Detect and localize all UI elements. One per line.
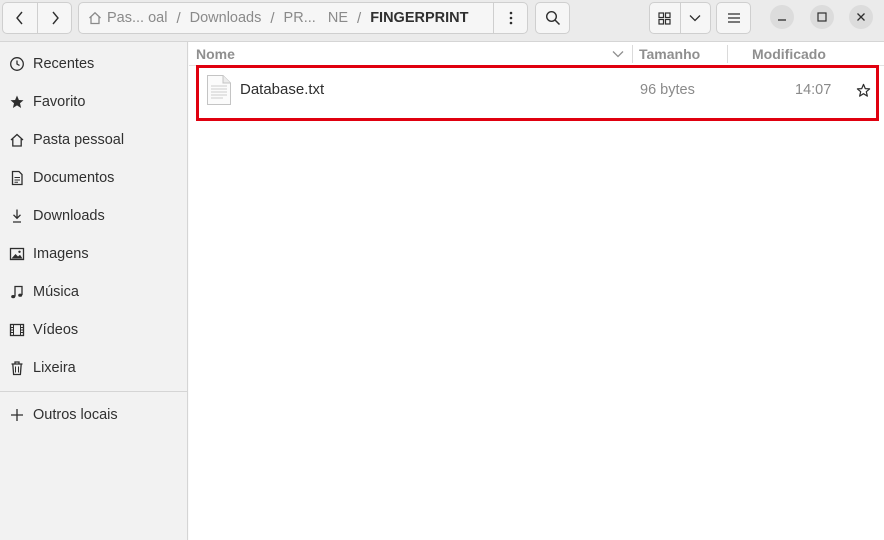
breadcrumb-project[interactable]: PR... NE [284, 10, 348, 26]
chevron-right-icon [51, 11, 59, 25]
view-buttons [649, 2, 711, 34]
sidebar-item-pasta-pessoal[interactable]: Pasta pessoal [0, 123, 188, 157]
breadcrumb-downloads[interactable]: Downloads [190, 10, 262, 26]
column-divider [727, 45, 728, 63]
sidebar-item-label: Pasta pessoal [33, 132, 125, 148]
sidebar-item-label: Vídeos [33, 322, 79, 338]
hamburger-icon [727, 13, 740, 23]
back-button[interactable] [3, 3, 37, 33]
maximize-button[interactable] [810, 5, 834, 29]
sidebar-item-lixeira[interactable]: Lixeira [0, 351, 188, 385]
column-divider [632, 45, 633, 63]
view-options-button[interactable] [679, 3, 710, 33]
breadcrumb-separator: / [176, 9, 181, 27]
sidebar-item-label: Recentes [33, 56, 95, 72]
sidebar-item-recentes[interactable]: Recentes [0, 47, 188, 81]
vertical-dots-icon [509, 11, 512, 25]
close-button[interactable] [849, 5, 873, 29]
document-icon [8, 169, 26, 187]
plus-icon [8, 406, 26, 424]
search-icon [545, 10, 560, 26]
trash-icon [8, 359, 26, 377]
sidebar-item-documentos[interactable]: Documentos [0, 161, 188, 195]
home-icon [8, 131, 26, 149]
folder-menu-button[interactable] [493, 3, 527, 33]
sidebar-item-label: Imagens [33, 246, 89, 262]
file-list-view: Nome Tamanho Modificado Database.txt 96 … [189, 42, 884, 540]
sidebar-item-label: Lixeira [33, 360, 76, 376]
grid-icon [658, 11, 672, 25]
minimize-button[interactable] [770, 5, 794, 29]
main-menu-button[interactable] [716, 2, 751, 34]
minimize-icon [778, 19, 786, 21]
maximize-icon [817, 12, 827, 22]
sort-chevron-down-icon[interactable] [612, 50, 624, 58]
sidebar-item-label: Favorito [33, 94, 86, 110]
path-bar: Pas... oal / Downloads / PR... NE / FING… [78, 2, 528, 34]
file-row[interactable]: Database.txt 96 bytes 14:07 [197, 66, 879, 122]
column-size-header[interactable]: Tamanho [639, 42, 700, 66]
sidebar: Recentes Favorito Pasta pessoal Document… [0, 42, 188, 540]
image-icon [8, 245, 26, 263]
clock-icon [8, 55, 26, 73]
column-header: Nome Tamanho Modificado [189, 42, 884, 66]
sidebar-item-label: Outros locais [33, 407, 118, 423]
breadcrumb-separator: / [270, 9, 275, 27]
forward-button[interactable] [37, 3, 71, 33]
sidebar-item-outros-locais[interactable]: Outros locais [0, 398, 188, 432]
star-outline-icon [856, 83, 870, 97]
download-icon [8, 207, 26, 225]
sidebar-item-downloads[interactable]: Downloads [0, 199, 188, 233]
header-bar: Pas... oal / Downloads / PR... NE / FING… [0, 0, 884, 42]
file-name: Database.txt [240, 81, 325, 98]
sidebar-item-favorito[interactable]: Favorito [0, 85, 188, 119]
home-icon[interactable] [88, 11, 102, 25]
sidebar-item-label: Downloads [33, 208, 105, 224]
close-icon [857, 13, 865, 21]
sidebar-item-musica[interactable]: Música [0, 275, 188, 309]
breadcrumb-home[interactable]: Pas... oal [107, 10, 167, 26]
text-file-icon [207, 75, 231, 105]
chevron-left-icon [16, 11, 23, 25]
sidebar-item-videos[interactable]: Vídeos [0, 313, 188, 347]
breadcrumb-current[interactable]: FINGERPRINT [370, 10, 468, 26]
sidebar-item-label: Documentos [33, 170, 115, 186]
grid-view-button[interactable] [650, 3, 680, 33]
sidebar-divider [0, 391, 188, 392]
video-icon [8, 321, 26, 339]
file-modified: 14:07 [795, 82, 832, 98]
chevron-down-icon [690, 15, 701, 22]
navigation-buttons [2, 2, 72, 34]
breadcrumb-separator: / [357, 9, 362, 27]
sidebar-item-label: Música [33, 284, 79, 300]
file-size: 96 bytes [640, 82, 695, 98]
sidebar-item-imagens[interactable]: Imagens [0, 237, 188, 271]
column-name-header[interactable]: Nome [196, 42, 235, 66]
column-modified-header[interactable]: Modificado [752, 42, 826, 66]
star-icon [8, 93, 26, 111]
favorite-star-button[interactable] [853, 80, 873, 100]
search-button[interactable] [535, 2, 570, 34]
music-icon [8, 283, 26, 301]
